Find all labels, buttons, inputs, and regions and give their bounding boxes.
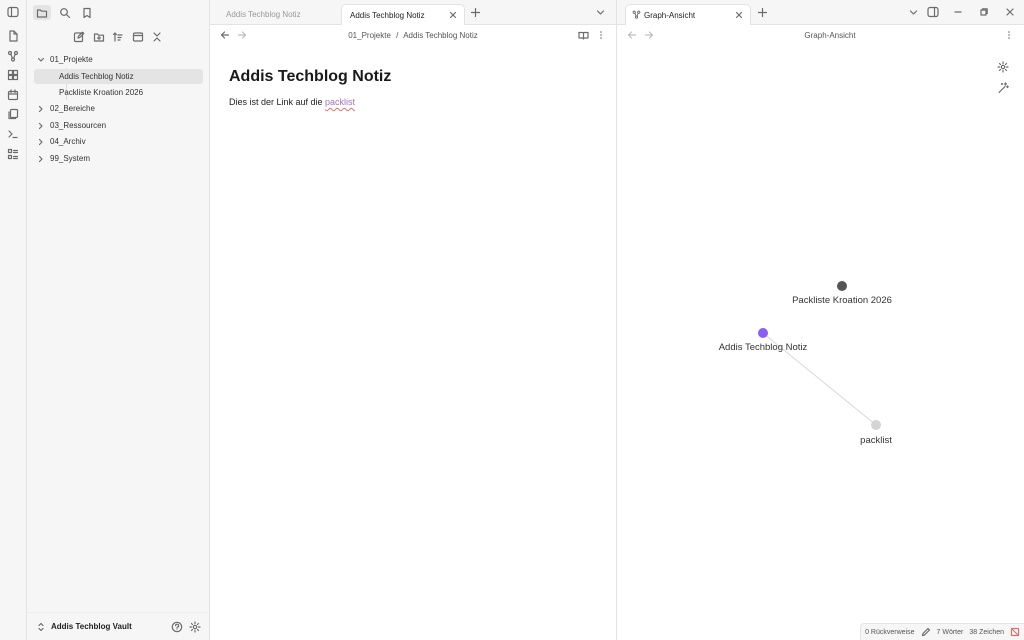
status-bar: 0 Rückverweise 7 Wörter 38 Zeichen <box>860 623 1024 640</box>
vault-switch-icon[interactable] <box>37 622 45 632</box>
graph-node[interactable] <box>837 281 847 291</box>
canvas-icon[interactable] <box>6 68 20 82</box>
tree-item-label: 04_Archiv <box>50 137 86 146</box>
settings-gear-icon[interactable] <box>189 621 201 633</box>
files-tab[interactable] <box>33 5 51 20</box>
chevron-right-icon <box>36 121 46 131</box>
breadcrumb-file[interactable]: Addis Techblog Notiz <box>403 31 478 40</box>
new-note-icon[interactable] <box>6 29 20 43</box>
note-body-text: Dies ist der Link auf die <box>229 97 326 107</box>
folder-icon <box>36 7 48 19</box>
bookmarks-tab[interactable] <box>78 5 96 20</box>
edit-icon <box>73 31 85 43</box>
tree-item-label: 02_Bereiche <box>50 104 95 113</box>
tab-addis-techblog-notiz-active[interactable]: Addis Techblog Notiz <box>341 4 465 25</box>
graph-node[interactable] <box>871 420 881 430</box>
graph-node[interactable] <box>758 328 768 338</box>
folder-99-system[interactable]: 99_System <box>34 151 203 166</box>
reading-view-icon[interactable] <box>578 30 589 41</box>
editor-pane: Addis Techblog Notiz Addis Techblog Noti… <box>210 0 616 640</box>
folder-03-ressourcen[interactable]: 03_Ressourcen <box>34 118 203 133</box>
graph-node-label: packlist <box>860 435 892 446</box>
char-count: 38 Zeichen <box>969 628 1004 636</box>
tree-item-label: 01_Projekte <box>50 55 93 64</box>
new-tab-icon[interactable] <box>470 7 481 18</box>
tab-addis-techblog-notiz-inactive[interactable]: Addis Techblog Notiz <box>218 4 344 25</box>
sort-icon <box>112 31 124 43</box>
graph-canvas[interactable]: Packliste Kroation 2026 Addis Techblog No… <box>617 0 1024 620</box>
tree-item-label: 03_Ressourcen <box>50 121 107 130</box>
bookmark-icon <box>81 7 93 19</box>
sync-status-icon[interactable] <box>1010 627 1020 637</box>
breadcrumb-folder[interactable]: 01_Projekte <box>348 31 391 40</box>
new-note-button[interactable] <box>72 30 86 44</box>
graph-node-label: Addis Techblog Notiz <box>719 342 808 353</box>
auto-reveal-button[interactable] <box>131 30 145 44</box>
daily-note-icon[interactable] <box>6 88 20 102</box>
edit-mode-icon[interactable] <box>921 627 931 637</box>
chevron-right-icon <box>36 104 46 114</box>
folder-04-archiv[interactable]: 04_Archiv <box>34 134 203 149</box>
breadcrumb: 01_Projekte / Addis Techblog Notiz <box>210 31 616 40</box>
breadcrumb-separator: / <box>396 31 399 40</box>
command-palette-icon[interactable] <box>6 127 20 141</box>
ribbon <box>0 0 27 640</box>
word-count: 7 Wörter <box>936 628 964 636</box>
tree-item-label: Packliste Kroation 2026 <box>59 88 144 97</box>
collapse-icon <box>132 31 144 43</box>
vault-name[interactable]: Addis Techblog Vault <box>51 622 132 631</box>
graph-node-label: Packliste Kroation 2026 <box>792 295 892 306</box>
note-title[interactable]: Addis Techblog Notiz <box>229 68 391 86</box>
vault-switcher-bar: Addis Techblog Vault <box>27 612 210 640</box>
tree-item-label: Addis Techblog Notiz <box>59 72 134 81</box>
graph-pane: Graph-Ansicht Graph-Ansicht Packliste Kr… <box>616 0 1024 640</box>
note-body[interactable]: Dies ist der Link auf die packlist <box>229 97 355 107</box>
new-folder-button[interactable] <box>92 30 106 44</box>
bases-icon[interactable] <box>6 147 20 161</box>
new-folder-icon <box>93 31 105 43</box>
internal-link[interactable]: packlist <box>325 97 355 107</box>
tab-bar-left: Addis Techblog Notiz Addis Techblog Noti… <box>210 0 616 25</box>
collapse-all-button[interactable] <box>150 30 164 44</box>
folder-01-projekte[interactable]: 01_Projekte <box>34 52 203 67</box>
file-addis-techblog-notiz[interactable]: Addis Techblog Notiz <box>34 69 203 84</box>
search-icon <box>59 7 71 19</box>
search-tab[interactable] <box>56 5 74 20</box>
chevron-right-icon <box>36 154 46 164</box>
folder-02-bereiche[interactable]: 02_Bereiche <box>34 101 203 116</box>
file-explorer-sidebar: 01_Projekte Addis Techblog Notiz Packlis… <box>27 0 210 640</box>
backlinks-count[interactable]: 0 Rückverweise <box>865 629 914 636</box>
chevron-down-icon[interactable] <box>596 8 605 17</box>
graph-icon[interactable] <box>6 49 20 63</box>
sort-button[interactable] <box>111 30 125 44</box>
file-packliste-kroation-2026[interactable]: Packliste Kroation 2026 <box>34 85 203 100</box>
chevron-right-icon <box>36 137 46 147</box>
help-icon[interactable] <box>171 621 183 633</box>
toggle-sidebar-icon[interactable] <box>6 5 20 19</box>
tab-label: Addis Techblog Notiz <box>350 10 425 20</box>
close-icon[interactable] <box>448 10 458 20</box>
tree-item-label: 99_System <box>50 154 91 163</box>
close-all-icon <box>151 31 163 43</box>
more-options-icon[interactable] <box>596 30 606 40</box>
templates-icon[interactable] <box>6 107 20 121</box>
tab-label: Addis Techblog Notiz <box>226 10 301 19</box>
chevron-down-icon <box>36 55 46 65</box>
